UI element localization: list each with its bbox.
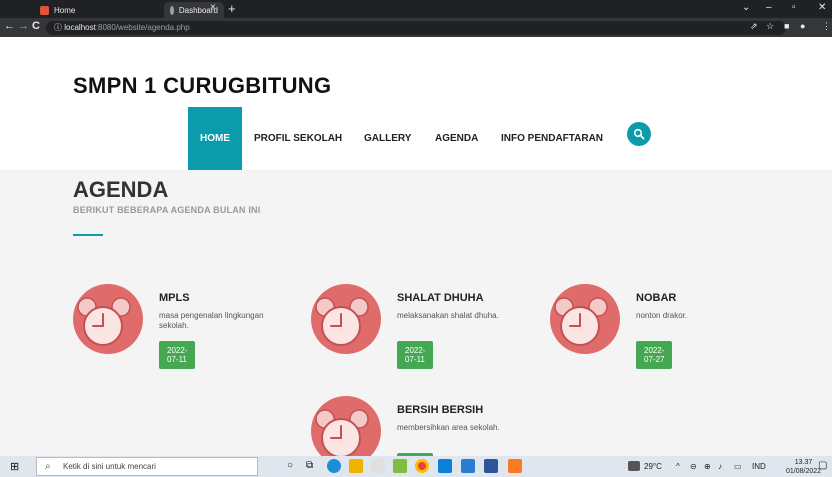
- people-app-icon[interactable]: [393, 459, 407, 473]
- nav-home[interactable]: HOME: [200, 133, 230, 144]
- bookmark-star-icon[interactable]: ☆: [766, 21, 774, 32]
- agenda-item-desc: masa pengenalan lingkungan sekolah.: [159, 311, 264, 330]
- weather-temp[interactable]: 29°C: [644, 462, 662, 471]
- nav-profil-sekolah[interactable]: PROFIL SEKOLAH: [254, 133, 342, 144]
- agenda-item-date-badge: 2022-07-27: [636, 341, 673, 369]
- agenda-item-desc: nonton drakor.: [636, 311, 688, 320]
- agenda-item-desc: melaksanakan shalat dhuha.: [397, 311, 499, 320]
- forward-button[interactable]: →: [18, 20, 29, 32]
- tray-expand-icon[interactable]: ^: [676, 462, 680, 471]
- tab-search-icon[interactable]: ⌄: [742, 2, 750, 13]
- tab-dashboard-close-icon[interactable]: ×: [210, 2, 216, 13]
- nav-gallery[interactable]: GALLERY: [364, 133, 411, 144]
- alarm-clock-icon: [73, 284, 143, 354]
- clock-time: 13.37: [794, 459, 813, 466]
- clock-date: 01/08/2022: [786, 468, 822, 475]
- task-view-icon[interactable]: ⧉: [306, 460, 313, 471]
- dashboard-favicon-icon: [170, 5, 174, 15]
- taskbar-search-placeholder: Ketik di sini untuk mencari: [63, 462, 156, 471]
- share-icon[interactable]: ⇗: [750, 21, 758, 32]
- profile-icon[interactable]: ●: [800, 21, 805, 31]
- url-host: localhost: [64, 23, 96, 32]
- search-icon: [633, 128, 645, 140]
- edge-icon[interactable]: [327, 459, 341, 473]
- home-favicon-icon: [40, 5, 49, 15]
- site-info-icon[interactable]: ⓘ: [54, 23, 62, 32]
- reload-button[interactable]: C: [32, 20, 40, 32]
- vscode-icon[interactable]: [461, 459, 475, 473]
- network-icon[interactable]: ⊝: [690, 462, 697, 471]
- word-icon[interactable]: [484, 459, 498, 473]
- windows-taskbar: ⊞ ⌕ Ketik di sini untuk mencari ○ ⧉ 29°C…: [0, 456, 832, 477]
- agenda-item-name: MPLS: [159, 292, 190, 304]
- agenda-subtitle: BERIKUT BEBERAPA AGENDA BULAN INI: [73, 205, 261, 215]
- new-tab-button[interactable]: +: [228, 1, 236, 16]
- clock[interactable]: 13.37 01/08/2022: [786, 458, 821, 476]
- language-indicator[interactable]: IND: [752, 462, 766, 471]
- notification-icon[interactable]: ▢: [818, 460, 827, 471]
- volume-icon[interactable]: ♪: [718, 462, 722, 471]
- windows-start-icon[interactable]: ⊞: [10, 460, 19, 473]
- agenda-item-name: SHALAT DHUHA: [397, 292, 484, 304]
- agenda-item-desc: membersihkan area sekolah.: [397, 423, 500, 432]
- battery-icon[interactable]: ▭: [734, 462, 742, 471]
- browser-tab-bar: Home × Dashboard × + ⌄ – ▫ ✕: [0, 0, 832, 18]
- agenda-divider: [73, 234, 103, 236]
- nav-info-pendaftaran[interactable]: INFO PENDAFTARAN: [501, 133, 603, 144]
- taskbar-search-input[interactable]: ⌕ Ketik di sini untuk mencari: [36, 457, 258, 476]
- cortana-icon[interactable]: ○: [287, 460, 293, 471]
- mail-icon[interactable]: [438, 459, 452, 473]
- site-header: SMPN 1 CURUGBITUNG HOME PROFIL SEKOLAH G…: [0, 37, 832, 170]
- file-explorer-icon[interactable]: [349, 459, 363, 473]
- sidebar-icon[interactable]: ■: [784, 21, 789, 31]
- search-button[interactable]: [627, 122, 651, 146]
- alarm-clock-icon: [311, 396, 381, 456]
- page-viewport: SMPN 1 CURUGBITUNG HOME PROFIL SEKOLAH G…: [0, 37, 832, 456]
- store-icon[interactable]: [371, 459, 385, 473]
- site-title: SMPN 1 CURUGBITUNG: [73, 73, 332, 98]
- maximize-button[interactable]: ▫: [792, 2, 796, 13]
- close-window-button[interactable]: ✕: [818, 2, 826, 13]
- tab-home-title: Home: [54, 5, 76, 15]
- agenda-item-name: NOBAR: [636, 292, 677, 304]
- url-field[interactable]: ⓘ localhost:8080/website/agenda.php: [46, 21, 786, 35]
- agenda-title: AGENDA: [73, 177, 169, 202]
- chrome-icon[interactable]: [415, 459, 429, 473]
- back-button[interactable]: ←: [4, 20, 15, 32]
- taskbar-search-icon: ⌕: [45, 461, 51, 472]
- agenda-item-date-badge: 2022-07-11: [159, 341, 196, 369]
- xampp-icon[interactable]: [508, 459, 522, 473]
- alarm-clock-icon: [311, 284, 381, 354]
- chrome-menu-icon[interactable]: ⋮: [822, 21, 831, 32]
- nav-agenda[interactable]: AGENDA: [435, 133, 478, 144]
- wifi-icon[interactable]: ⊕: [704, 462, 711, 471]
- minimize-button[interactable]: –: [766, 2, 772, 13]
- agenda-item-name: BERSIH BERSIH: [397, 404, 484, 416]
- address-bar-row: ← → C ⓘ localhost:8080/website/agenda.ph…: [0, 18, 832, 37]
- weather-icon[interactable]: [628, 461, 640, 471]
- url-path: :8080/website/agenda.php: [95, 23, 190, 32]
- alarm-clock-icon: [550, 284, 620, 354]
- agenda-item-date-badge: 2022-07-11: [397, 341, 434, 369]
- agenda-section: AGENDA BERIKUT BEBERAPA AGENDA BULAN INI…: [0, 170, 832, 456]
